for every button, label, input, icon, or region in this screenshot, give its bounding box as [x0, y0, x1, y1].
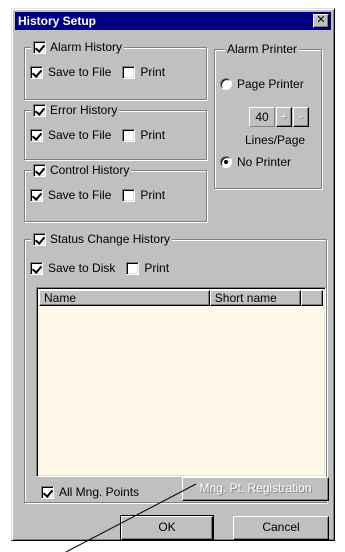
control-save-to-file-checkbox[interactable]	[30, 188, 43, 202]
status-change-history-checkbox[interactable]	[33, 232, 46, 246]
alarm-history-checkbox[interactable]	[33, 40, 46, 54]
cancel-button[interactable]: Cancel	[233, 516, 329, 540]
control-history-checkbox[interactable]	[33, 163, 46, 177]
alarm-save-to-file-checkbox[interactable]	[30, 65, 43, 79]
list-header: Name Short name	[39, 290, 323, 306]
lines-minus-button[interactable]: -	[293, 107, 309, 127]
status-save-to-disk-label: Save to Disk	[48, 261, 116, 275]
ok-button[interactable]: OK	[120, 515, 214, 541]
error-history-checkbox[interactable]	[33, 103, 46, 117]
status-print-label: Print	[144, 261, 170, 275]
status-change-history-label: Status Change History	[50, 232, 171, 246]
alarm-printer-label: Alarm Printer	[227, 42, 298, 56]
alarm-print-label: Print	[140, 65, 166, 79]
error-history-label: Error History	[50, 103, 118, 117]
alarm-print-checkbox[interactable]	[122, 65, 136, 79]
error-print-label: Print	[140, 128, 166, 142]
title-bar[interactable]: History Setup ✕	[15, 12, 331, 30]
close-button[interactable]: ✕	[313, 14, 329, 28]
dialog-title: History Setup	[18, 14, 97, 28]
history-setup-dialog: History Setup ✕ Alarm History Save to Fi…	[11, 8, 335, 541]
no-printer-label: No Printer	[237, 155, 292, 169]
control-history-label: Control History	[50, 163, 130, 177]
no-printer-radio[interactable]	[220, 156, 232, 168]
lines-per-page-value[interactable]: 40	[249, 107, 275, 127]
mng-pt-registration-button[interactable]: Mng. Pt. Registration	[182, 477, 329, 501]
alarm-history-group: Alarm History Save to File Print	[24, 40, 207, 100]
alarm-history-label: Alarm History	[50, 40, 123, 54]
control-print-label: Print	[140, 188, 166, 202]
error-save-to-file-checkbox[interactable]	[30, 128, 43, 142]
page-printer-label: Page Printer	[237, 77, 304, 91]
alarm-save-to-file-label: Save to File	[48, 65, 112, 79]
column-header-extra[interactable]	[301, 290, 323, 306]
alarm-printer-group: Alarm Printer Page Printer 40 + - Lines/…	[214, 42, 322, 189]
column-header-name[interactable]: Name	[39, 290, 210, 306]
status-print-checkbox[interactable]	[126, 261, 140, 275]
control-save-to-file-label: Save to File	[48, 188, 112, 202]
control-print-checkbox[interactable]	[122, 188, 136, 202]
lines-plus-button[interactable]: +	[276, 107, 292, 127]
all-mng-points-checkbox[interactable]	[41, 485, 54, 499]
column-header-short-name[interactable]: Short name	[209, 290, 302, 306]
error-save-to-file-label: Save to File	[48, 128, 112, 142]
page-printer-radio[interactable]	[220, 78, 232, 90]
lines-per-page-label: Lines/Page	[245, 133, 306, 147]
close-icon: ✕	[316, 14, 326, 26]
error-history-group: Error History Save to File Print	[24, 103, 207, 160]
management-points-list[interactable]: Name Short name	[36, 287, 326, 477]
control-history-group: Control History Save to File Print	[24, 163, 207, 222]
error-print-checkbox[interactable]	[122, 128, 136, 142]
status-save-to-disk-checkbox[interactable]	[30, 261, 43, 275]
all-mng-points-label: All Mng. Points	[59, 485, 140, 499]
